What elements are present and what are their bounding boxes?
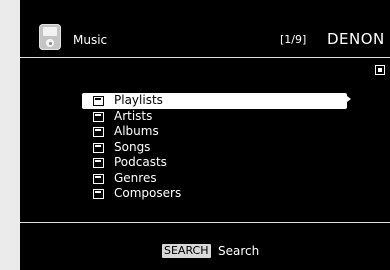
source-label: Music bbox=[73, 33, 108, 47]
right-arrow-icon bbox=[347, 96, 351, 102]
ipod-icon bbox=[39, 24, 61, 50]
footer-bar: SEARCH Search bbox=[20, 222, 390, 270]
search-label: Search bbox=[218, 244, 260, 258]
folder-icon bbox=[93, 96, 104, 106]
menu-item-podcasts[interactable]: Podcasts bbox=[82, 155, 347, 171]
folder-icon bbox=[93, 173, 104, 184]
menu-item-songs[interactable]: Songs bbox=[82, 140, 347, 156]
folder-icon bbox=[93, 142, 104, 153]
menu-item-genres[interactable]: Genres bbox=[82, 171, 347, 187]
menu-item-albums[interactable]: Albums bbox=[82, 124, 347, 140]
menu-item-label: Albums bbox=[114, 124, 159, 138]
browse-menu: Playlists Artists Albums Songs Podcasts … bbox=[82, 93, 347, 202]
folder-icon bbox=[93, 127, 104, 137]
folder-icon bbox=[93, 158, 104, 168]
page-indicator: [1/9] bbox=[280, 33, 307, 46]
header-bar: Music [1/9] DENON bbox=[20, 0, 390, 58]
checkbox-indicator-icon bbox=[375, 65, 385, 75]
ipod-wheel-shape bbox=[46, 39, 54, 47]
menu-item-label: Artists bbox=[114, 108, 153, 123]
menu-item-label: Songs bbox=[114, 139, 151, 154]
menu-item-artists[interactable]: Artists bbox=[82, 109, 347, 125]
search-key-badge[interactable]: SEARCH bbox=[162, 244, 211, 258]
folder-icon bbox=[93, 111, 104, 122]
folder-icon bbox=[93, 189, 104, 199]
ipod-screen-shape bbox=[43, 27, 57, 36]
menu-item-label: Genres bbox=[114, 170, 157, 185]
menu-item-label: Composers bbox=[114, 186, 182, 200]
brand-logo: DENON bbox=[327, 30, 385, 48]
menu-item-composers[interactable]: Composers bbox=[82, 186, 347, 202]
menu-item-playlists[interactable]: Playlists bbox=[82, 93, 347, 109]
menu-item-label: Podcasts bbox=[114, 155, 167, 169]
display-screen: Music [1/9] DENON Playlists Artists Albu… bbox=[20, 0, 390, 270]
menu-item-label: Playlists bbox=[114, 93, 163, 107]
